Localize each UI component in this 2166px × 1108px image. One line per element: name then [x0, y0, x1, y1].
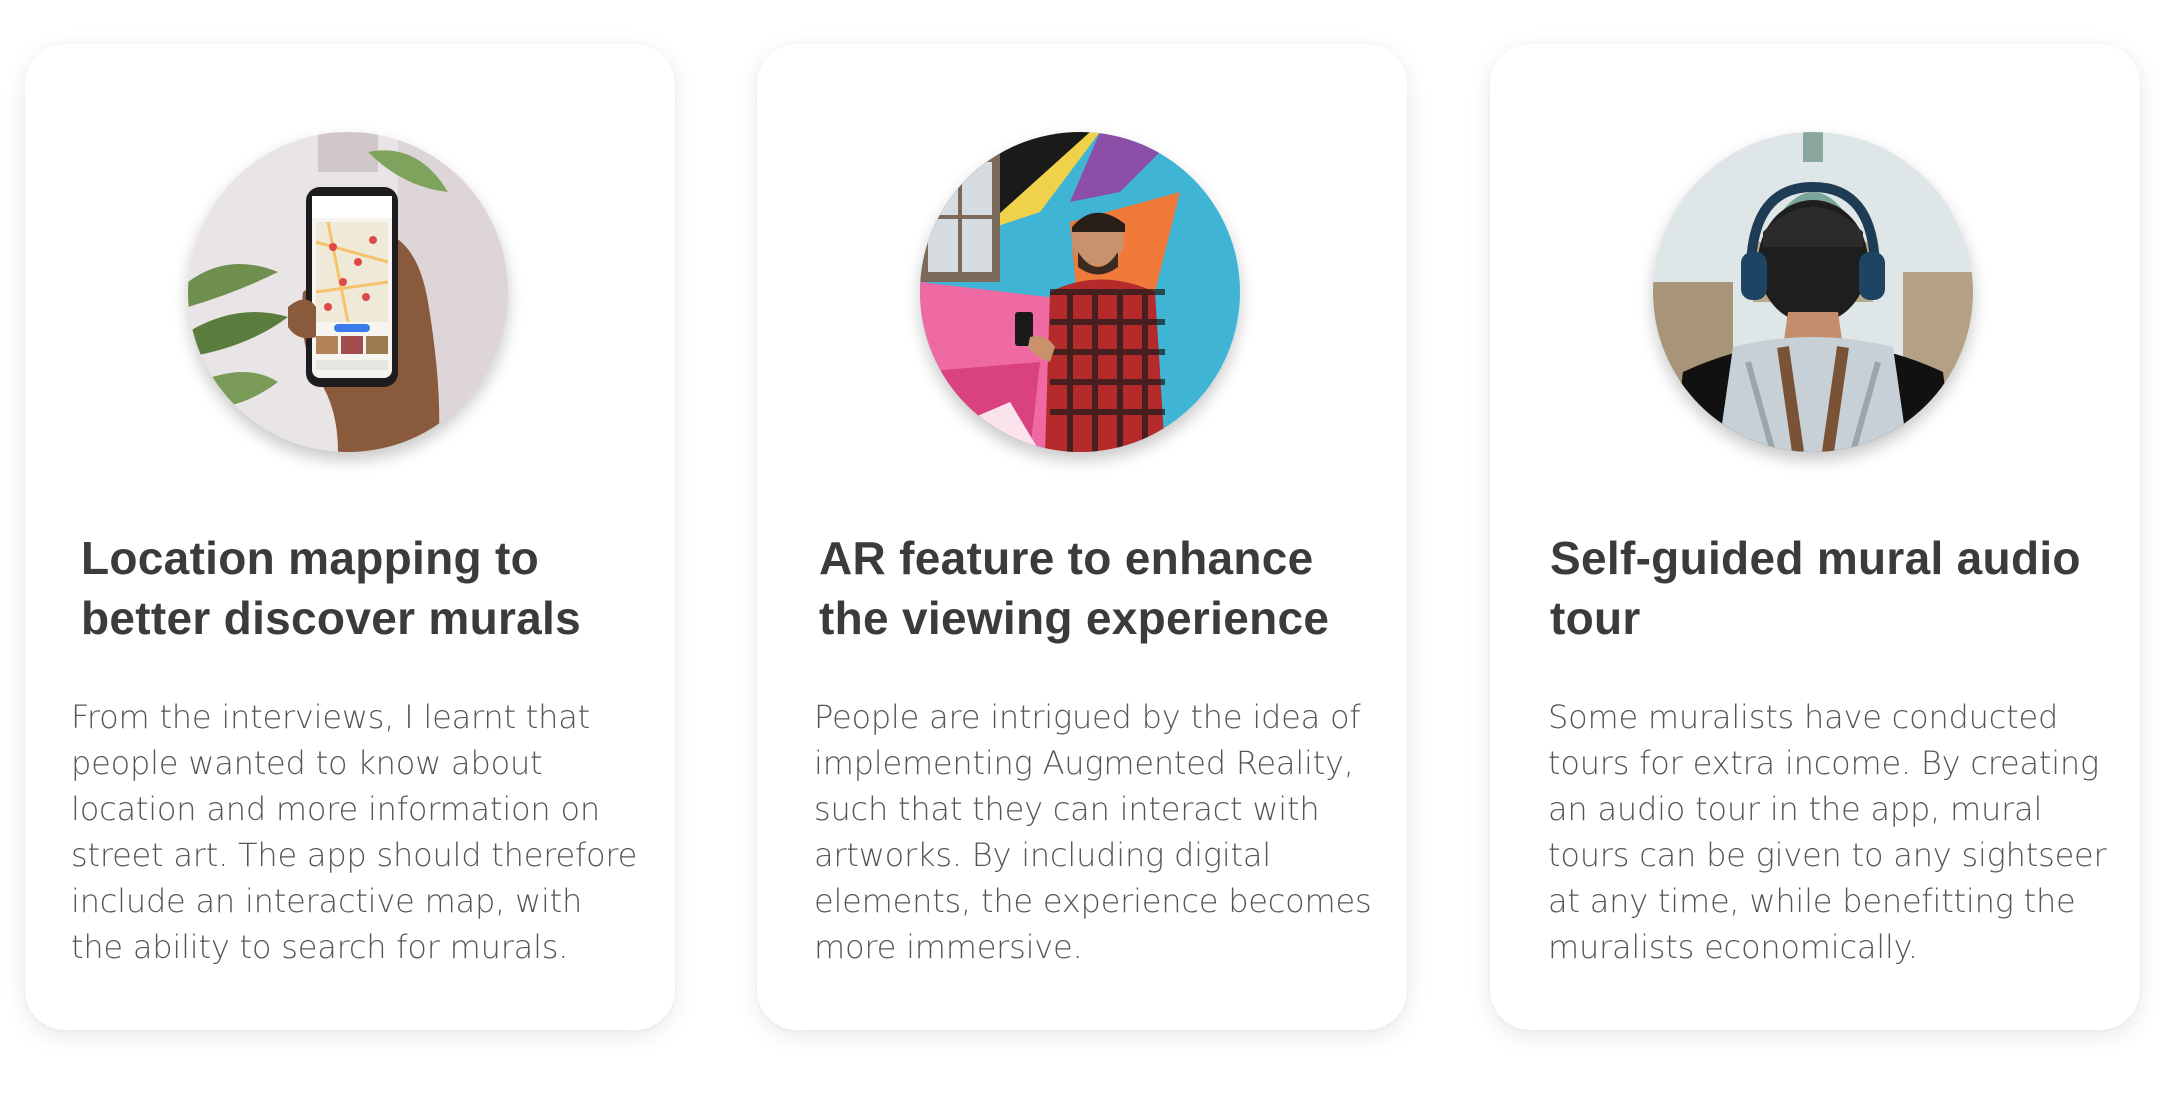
feature-cards: Location mapping to better discover mura…: [0, 0, 2166, 1108]
card-title: AR feature to enhance the viewing experi…: [819, 532, 1330, 644]
card-description: People are intrigued by the idea of impl…: [814, 698, 1372, 966]
feature-card-ar: AR feature to enhance the viewing experi…: [757, 44, 1407, 1030]
ar-mural-photo-icon: [920, 132, 1240, 452]
audio-tour-photo-icon: [1653, 132, 1973, 452]
feature-card-audio-tour: Self-guided mural audio tour Some murali…: [1490, 44, 2140, 1030]
card-description: Some muralists have conducted tours for …: [1548, 698, 2107, 966]
card-title: Self-guided mural audio tour: [1550, 532, 2081, 644]
card-description: From the interviews, I learnt that peopl…: [71, 698, 638, 966]
card-title: Location mapping to better discover mura…: [81, 532, 582, 644]
phone-map-photo-icon: [188, 132, 508, 452]
feature-card-location-mapping: Location mapping to better discover mura…: [25, 44, 675, 1030]
